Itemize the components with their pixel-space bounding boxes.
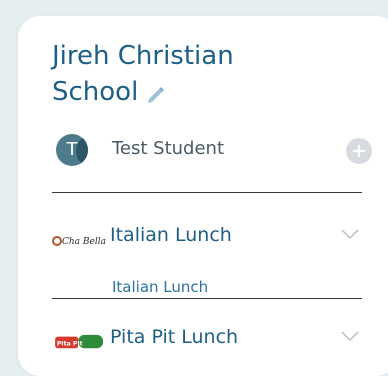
school-name-line1: Jireh Christian	[52, 41, 234, 71]
lunch-item-italian[interactable]: Cha Bella Italian Lunch Italian Lunch	[52, 224, 362, 296]
pita-pit-logo: Pita Pit	[55, 334, 104, 349]
cha-bella-logo: Cha Bella	[52, 236, 106, 247]
student-name: Test Student	[112, 138, 225, 159]
plus-icon	[353, 145, 365, 157]
lunch-subtitle[interactable]: Italian Lunch	[112, 278, 208, 296]
pencil-icon[interactable]	[144, 82, 166, 104]
school-name-line2: School	[52, 77, 139, 107]
avatar-initial: T	[66, 139, 78, 160]
lunch-title: Pita Pit Lunch	[110, 326, 239, 348]
lunch-item-pita-pit[interactable]: Pita Pit Pita Pit Lunch	[52, 326, 362, 356]
svg-text:Pita Pit: Pita Pit	[57, 341, 83, 348]
school-name: Jireh Christian School	[52, 38, 312, 110]
lunch-title: Italian Lunch	[110, 224, 232, 246]
chevron-down-icon[interactable]	[340, 328, 360, 344]
svg-text:Cha Bella: Cha Bella	[62, 237, 106, 247]
chevron-down-icon[interactable]	[340, 226, 360, 242]
school-card: Jireh Christian School T Test Student Ch…	[18, 16, 388, 376]
divider	[52, 192, 362, 193]
divider	[52, 298, 362, 299]
add-student-button[interactable]	[346, 138, 372, 164]
student-row[interactable]: T Test Student	[56, 134, 372, 168]
avatar: T	[56, 134, 88, 166]
